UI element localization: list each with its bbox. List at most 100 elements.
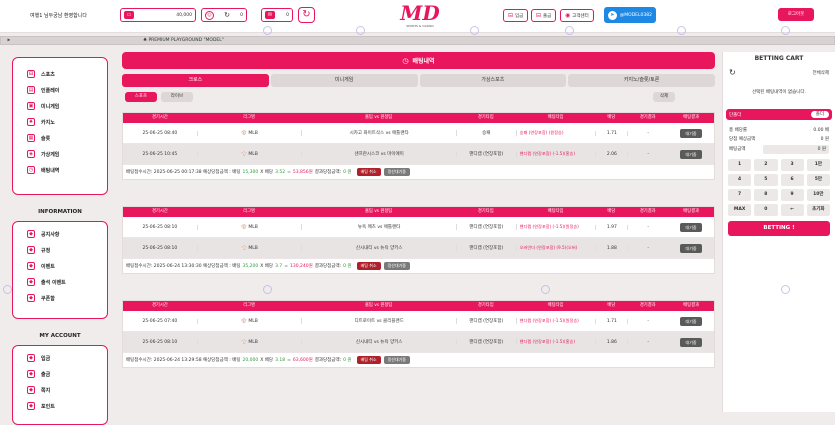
sidebar-item[interactable]: ◆ 입금 — [13, 350, 107, 366]
subtab-live[interactable]: 라이브 — [161, 92, 193, 102]
bet-summary-label: 배팅접수시간: 2025-06-24 13:30:30 예상당첨금액 : 배팅 — [126, 264, 241, 269]
status-badge[interactable]: 대기중 — [680, 316, 703, 326]
keypad-key[interactable]: 0 — [754, 204, 778, 216]
withdraw-button[interactable]: ⊟ 출금 — [531, 9, 557, 22]
match-time: 25-06-25 08:10 — [142, 339, 178, 345]
support-button[interactable]: ◉ 고객센터 — [560, 9, 594, 22]
cancel-bet-button[interactable]: 배팅 취소 — [356, 168, 381, 176]
menu-icon: ◆ — [27, 246, 35, 254]
status-badge[interactable]: 대기중 — [680, 149, 703, 159]
sidebar-item-label: 공지사항 — [41, 231, 60, 238]
cancel-bet-button[interactable]: 배팅 취소 — [356, 356, 381, 364]
folder-toggle[interactable]: 단폴더 폴더 — [726, 109, 832, 120]
match-time: 25-06-25 10:45 — [142, 151, 178, 157]
place-bet-button[interactable]: BETTING ! — [728, 221, 830, 236]
keypad-key[interactable]: 5 — [754, 174, 778, 186]
column-header: 경기타입 — [477, 303, 494, 308]
keypad-key[interactable]: 7 — [728, 189, 752, 201]
result-label: 결과당첨금액: — [314, 170, 342, 175]
sidebar-item[interactable]: ◆ 쿠폰함 — [13, 290, 107, 306]
refresh-button[interactable]: ↻ — [298, 7, 315, 23]
sidebar-item[interactable]: ⊡ 스포츠 — [13, 66, 107, 82]
speaker-icon: 🕪 — [7, 38, 10, 43]
sidebar-item[interactable]: ▣ 미니게임 — [13, 98, 107, 114]
points-box[interactable]: ◎ ↻ 0 — [201, 8, 247, 22]
keypad-key[interactable]: 5만 — [806, 174, 830, 186]
decor-circle — [356, 26, 365, 35]
stake-value: 20,000 — [242, 357, 259, 363]
table-row: 25-06-25 08:10 ⚾ MLB 신시내티 vs 뉴욕 양키스 핸디캡 (연장… — [123, 238, 714, 259]
keypad-key[interactable]: ← — [780, 204, 804, 216]
delete-button[interactable]: 삭제 — [653, 92, 675, 102]
single-folder-label[interactable]: 단폴더 — [729, 112, 741, 118]
keypad-key[interactable]: 초기화 — [806, 204, 830, 216]
status-badge[interactable]: 대기중 — [680, 337, 703, 347]
money-box[interactable]: ▭ 40,000 — [120, 8, 196, 22]
clear-all-button[interactable]: 전체삭제 — [812, 70, 829, 76]
keypad-key[interactable]: 3 — [780, 159, 804, 171]
sidebar-item[interactable]: ◷ 배팅내역 — [13, 162, 107, 178]
sidebar-item[interactable]: ◆ 공지사항 — [13, 226, 107, 242]
keypad-key[interactable]: 9 — [780, 189, 804, 201]
sidebar-item[interactable]: ◆ 출금 — [13, 366, 107, 382]
equals: = — [284, 263, 289, 269]
points-value: 0 — [240, 12, 243, 18]
sidebar-item-label: 포인트 — [41, 403, 55, 410]
settle-status-button[interactable]: 정산대기중 — [383, 356, 410, 364]
keypad-key[interactable]: MAX — [728, 204, 752, 216]
keypad-key[interactable]: 4 — [728, 174, 752, 186]
column-header: 배팅타입 — [547, 303, 564, 308]
site-logo[interactable]: MD SPORTS & CASINO — [400, 2, 440, 32]
subtab-sports[interactable]: 스포츠 — [125, 92, 157, 102]
tab-casino-slot[interactable]: 카지노/슬롯/토론 — [568, 74, 715, 87]
menu-icon: ◆ — [27, 278, 35, 286]
sidebar-item[interactable]: ▤ 인플레이 — [13, 82, 107, 98]
multi-folder-label[interactable]: 폴더 — [810, 111, 829, 118]
cart-refresh-icon[interactable]: ↻ — [729, 68, 736, 77]
cancel-bet-button[interactable]: 배팅 취소 — [356, 262, 381, 270]
top-header: 여행1 님두궁남 환영합니다 ▭ 40,000 ◎ ↻ 0 ✉ 0 ↻ MD S… — [0, 0, 835, 33]
column-header: 배당 — [607, 209, 616, 214]
telegram-button[interactable]: ➤ @MODEL0382 — [604, 7, 656, 23]
status-badge[interactable]: 대기중 — [680, 243, 703, 253]
column-header: 배팅결과 — [683, 115, 699, 120]
sidebar-item-label: 출금 — [41, 371, 51, 378]
sidebar-item[interactable]: ◈ 가상게임 — [13, 146, 107, 162]
keypad-key[interactable]: 1 — [728, 159, 752, 171]
decor-circle — [263, 26, 272, 35]
messages-box[interactable]: ✉ 0 — [261, 8, 293, 22]
deposit-button[interactable]: ⊟ 입금 — [503, 9, 529, 22]
result-label: 결과당첨금액: — [314, 358, 342, 363]
keypad-key[interactable]: 1만 — [806, 159, 830, 171]
sidebar-item[interactable]: ◆ 이벤트 — [13, 258, 107, 274]
menu-icon: ◆ — [27, 386, 35, 394]
sidebar-item[interactable]: ◆ 출석 이벤트 — [13, 274, 107, 290]
column-header: 리그명 — [243, 303, 255, 308]
bet-card: 경기시간 리그명 홈팀 vs 원정팀 경기타입 배팅타입 배당 경기결과 배팅결과 25-06-… — [122, 112, 715, 180]
tab-cross[interactable]: 크로스 — [122, 74, 269, 87]
casino-icon: ♠ — [27, 118, 35, 126]
tab-minigame[interactable]: 미니게임 — [270, 74, 418, 87]
status-badge[interactable]: 대기중 — [680, 222, 703, 232]
column-header: 배당 — [607, 115, 616, 120]
sidebar-item[interactable]: ▦ 슬롯 — [13, 130, 107, 146]
keypad-key[interactable]: 8 — [754, 189, 778, 201]
status-cell: 대기중 — [668, 149, 714, 159]
sidebar-item[interactable]: ◆ 규정 — [13, 242, 107, 258]
status-badge[interactable]: 대기중 — [680, 128, 703, 138]
column-header: 경기시간 — [151, 115, 168, 120]
tab-virtual-sports[interactable]: 가상스포츠 — [419, 74, 567, 87]
keypad-key[interactable]: 10만 — [806, 189, 830, 201]
amount-input[interactable]: 0 원 — [763, 144, 829, 154]
sidebar-item[interactable]: ♠ 카지노 — [13, 114, 107, 130]
sidebar-item[interactable]: ◆ 쪽지 — [13, 382, 107, 398]
settle-status-button[interactable]: 정산대기중 — [383, 168, 410, 176]
settle-status-button[interactable]: 정산대기중 — [383, 262, 410, 270]
game-type: 핸디캡 (연장포함) — [455, 318, 516, 324]
logout-button[interactable]: 로그아웃 — [778, 8, 814, 21]
keypad-key[interactable]: 6 — [780, 174, 804, 186]
info-title: INFORMATION — [38, 209, 82, 215]
keypad-key[interactable]: 2 — [754, 159, 778, 171]
column-header: 경기시간 — [151, 303, 168, 308]
bet-list: 경기시간 리그명 홈팀 vs 원정팀 경기타입 배팅타입 배당 경기결과 배팅결과 25-06-… — [122, 112, 715, 368]
